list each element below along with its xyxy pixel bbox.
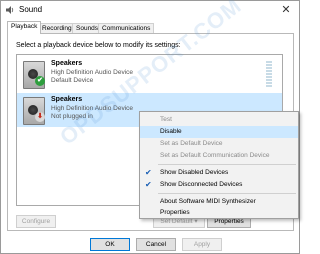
menu-item-disable[interactable]: Disable [140, 126, 298, 138]
device-name: Speakers [51, 60, 83, 67]
device-status: Not plugged in [51, 113, 93, 120]
cancel-button[interactable]: Cancel [136, 238, 176, 251]
menu-item-show-disconnected[interactable]: ✔ Show Disconnected Devices [140, 179, 298, 191]
context-menu: Test Disable Set as Default Device Set a… [139, 111, 299, 219]
menu-item-show-disabled[interactable]: ✔ Show Disabled Devices [140, 167, 298, 179]
unplugged-arrow-icon: ⬇ [35, 112, 45, 122]
device-driver: High Definition Audio Device [51, 69, 134, 76]
menu-item-properties[interactable]: Properties [140, 207, 298, 219]
dropdown-arrow-icon: ▾ [194, 218, 198, 225]
default-check-icon: ✔ [35, 76, 45, 86]
title-bar[interactable]: Sound ✕ [1, 1, 299, 19]
device-status: Default Device [51, 77, 94, 84]
device-row-default[interactable]: ✔ Speakers High Definition Audio Device … [17, 57, 282, 91]
menu-separator [158, 164, 296, 165]
close-icon[interactable]: ✕ [275, 2, 297, 18]
window-title: Sound [19, 5, 43, 14]
checkmark-icon: ✔ [145, 168, 152, 177]
configure-button[interactable]: Configure [16, 215, 56, 228]
apply-button[interactable]: Apply [182, 238, 222, 251]
volume-meter [266, 61, 272, 87]
menu-item-set-default-device[interactable]: Set as Default Device [140, 138, 298, 150]
speaker-icon [6, 6, 14, 14]
menu-item-test[interactable]: Test [140, 114, 298, 126]
checkmark-icon: ✔ [145, 180, 152, 189]
menu-item-set-default-communication[interactable]: Set as Default Communication Device [140, 150, 298, 162]
instruction-text: Select a playback device below to modify… [16, 42, 181, 49]
set-default-label: Set Default [160, 218, 193, 225]
ok-button[interactable]: OK [90, 238, 130, 251]
tab-playback[interactable]: Playback [7, 21, 42, 34]
device-name: Speakers [51, 96, 83, 103]
device-driver: High Definition Audio Device [51, 105, 134, 112]
menu-separator [158, 193, 296, 194]
